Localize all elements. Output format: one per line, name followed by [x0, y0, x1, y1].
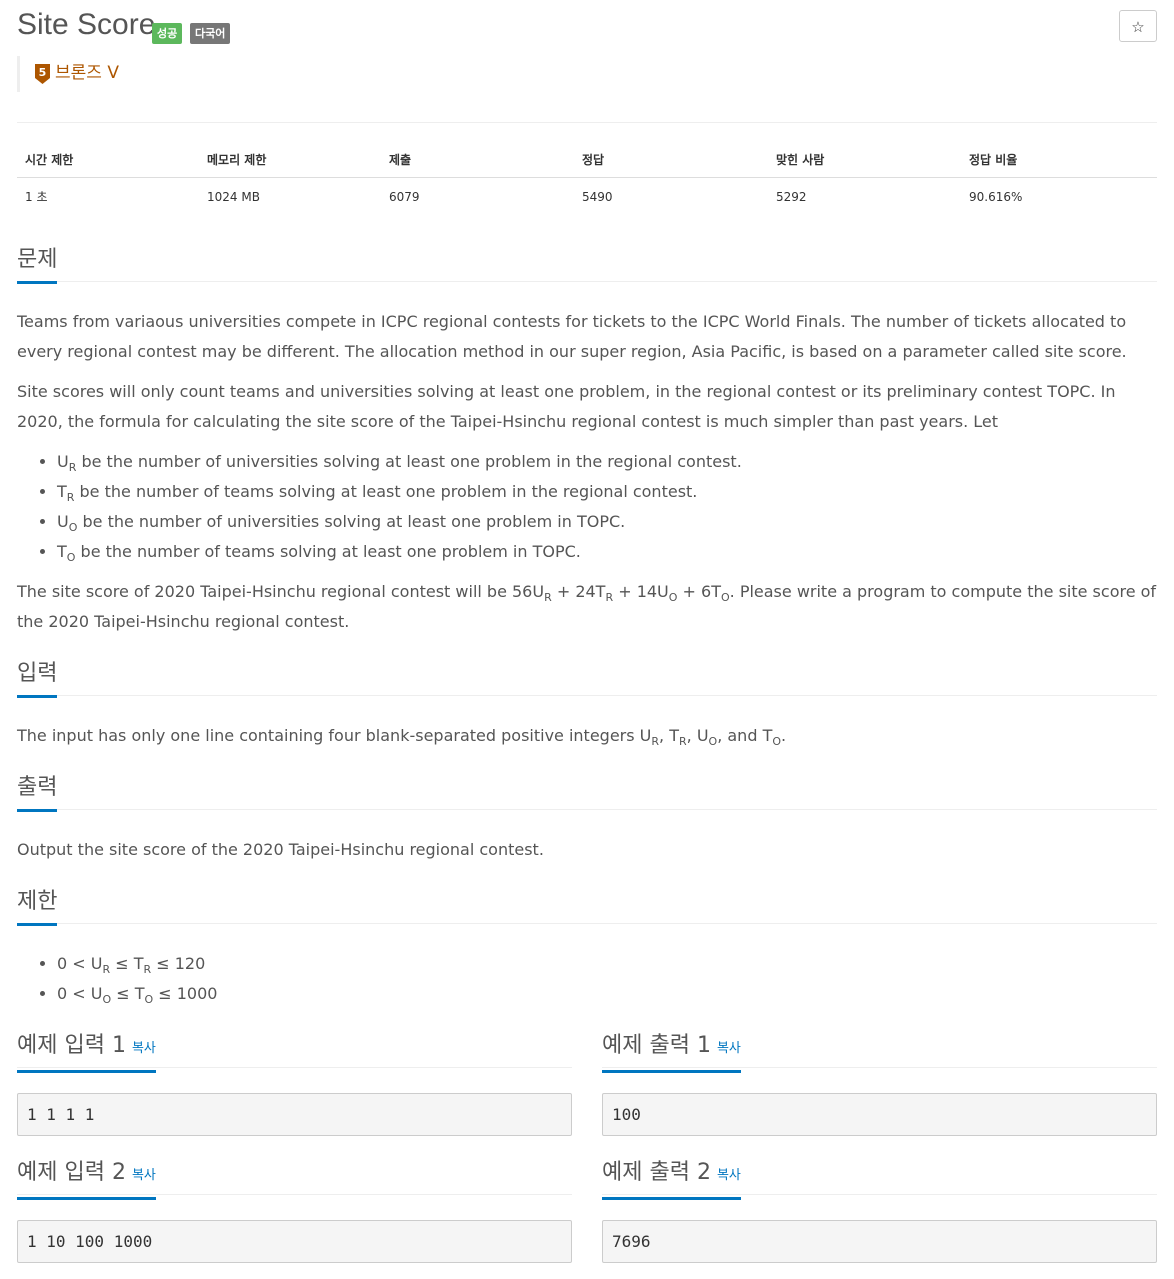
ratio-value: 90.616%: [969, 189, 1023, 204]
list-item: UR be the number of universities solving…: [57, 447, 1157, 477]
input-heading: 입력: [17, 659, 58, 698]
copy-button[interactable]: 복사: [132, 1041, 156, 1056]
sample-output-2-box[interactable]: 7696: [602, 1220, 1157, 1263]
list-item: UO be the number of universities solving…: [57, 507, 1157, 537]
sample-input-2: 예제 입력 2 복사 1 10 100 1000: [17, 1158, 572, 1263]
bronze-tier-icon: 5: [34, 63, 51, 85]
section-header: 출력: [17, 773, 1157, 812]
ratio-header: 정답 비율: [961, 143, 1157, 178]
limits-list: 0 < UR ≤ TR ≤ 120 0 < UO ≤ TO ≤ 1000: [17, 949, 1157, 1009]
sample-output-2-heading: 예제 출력 2 복사: [602, 1158, 741, 1200]
info-value-row: 1 초 1024 MB 6079 5490 5292 90.616%: [17, 178, 1157, 216]
time-limit-value: 1 초: [25, 190, 48, 204]
section-header: 예제 입력 2 복사: [17, 1158, 572, 1200]
problem-paragraph-1: Teams from variaous universities compete…: [17, 312, 1127, 361]
problem-heading: 문제: [17, 245, 58, 284]
copy-button[interactable]: 복사: [132, 1168, 156, 1183]
list-item: TR be the number of teams solving at lea…: [57, 477, 1157, 507]
sample-input-2-box[interactable]: 1 10 100 1000: [17, 1220, 572, 1263]
sample-output-1-box[interactable]: 100: [602, 1093, 1157, 1136]
sample-output-1: 예제 출력 1 복사 100: [602, 1031, 1157, 1136]
limits-section: 제한 0 < UR ≤ TR ≤ 120 0 < UO ≤ TO ≤ 1000: [17, 887, 1157, 1009]
sample-input-1: 예제 입력 1 복사 1 1 1 1: [17, 1031, 572, 1136]
tier-level-text: 5: [39, 66, 47, 79]
favorite-star-button[interactable]: ☆: [1119, 10, 1157, 42]
list-item: 0 < UR ≤ TR ≤ 120: [57, 949, 1157, 979]
list-item: TO be the number of teams solving at lea…: [57, 537, 1157, 567]
sample-input-1-box[interactable]: 1 1 1 1: [17, 1093, 572, 1136]
section-header: 예제 출력 2 복사: [602, 1158, 1157, 1200]
output-description: Output the site score of the 2020 Taipei…: [17, 840, 544, 859]
section-header: 입력: [17, 659, 1157, 698]
star-icon: ☆: [1131, 18, 1145, 36]
sample-input-2-heading: 예제 입력 2 복사: [17, 1158, 156, 1200]
info-header-row: 시간 제한 메모리 제한 제출 정답 맞힌 사람 정답 비율: [17, 143, 1157, 178]
sample-output-1-heading: 예제 출력 1 복사: [602, 1031, 741, 1073]
submissions-header: 제출: [381, 143, 574, 178]
section-header: 문제: [17, 245, 1157, 284]
section-header: 예제 출력 1 복사: [602, 1031, 1157, 1073]
sample-output-2: 예제 출력 2 복사 7696: [602, 1158, 1157, 1263]
problem-paragraph-3: The site score of 2020 Taipei-Hsinchu re…: [17, 582, 1157, 631]
memory-limit-header: 메모리 제한: [199, 143, 381, 178]
copy-button[interactable]: 복사: [717, 1041, 741, 1056]
copy-button[interactable]: 복사: [717, 1168, 741, 1183]
problem-section: 문제 Teams from variaous universities comp…: [17, 245, 1157, 637]
divider: [17, 122, 1157, 123]
problem-paragraph-2: Site scores will only count teams and un…: [17, 382, 1116, 431]
success-badge: 성공: [152, 23, 183, 44]
problem-title: Site Score: [17, 8, 156, 41]
memory-limit-value: 1024 MB: [207, 189, 260, 204]
output-section: 출력 Output the site score of the 2020 Tai…: [17, 773, 1157, 865]
input-description: The input has only one line containing f…: [17, 726, 787, 748]
solvers-value[interactable]: 5292: [768, 178, 961, 216]
section-header: 예제 입력 1 복사: [17, 1031, 572, 1073]
limits-heading: 제한: [17, 887, 58, 926]
tier-indicator[interactable]: 5 브론즈 V: [17, 56, 119, 92]
input-section: 입력 The input has only one line containin…: [17, 659, 1157, 751]
accepted-header: 정답: [574, 143, 768, 178]
tier-label: 브론즈 V: [55, 63, 119, 83]
section-header: 제한: [17, 887, 1157, 926]
output-heading: 출력: [17, 773, 58, 812]
accepted-value[interactable]: 5490: [574, 178, 768, 216]
list-item: 0 < UO ≤ TO ≤ 1000: [57, 979, 1157, 1009]
problem-header: Site Score 성공 다국어 ☆ 5 브론즈 V: [17, 0, 1157, 96]
solvers-header: 맞힌 사람: [768, 143, 961, 178]
submissions-value[interactable]: 6079: [381, 178, 574, 216]
time-limit-header: 시간 제한: [17, 143, 199, 178]
problem-page: Site Score 성공 다국어 ☆ 5 브론즈 V 시간 제한 메모리 제한…: [17, 0, 1157, 1263]
sample-input-1-heading: 예제 입력 1 복사: [17, 1031, 156, 1073]
problem-info-table: 시간 제한 메모리 제한 제출 정답 맞힌 사람 정답 비율 1 초 1024 …: [17, 143, 1157, 215]
definition-list: UR be the number of universities solving…: [17, 447, 1157, 567]
multilang-badge: 다국어: [190, 23, 231, 44]
